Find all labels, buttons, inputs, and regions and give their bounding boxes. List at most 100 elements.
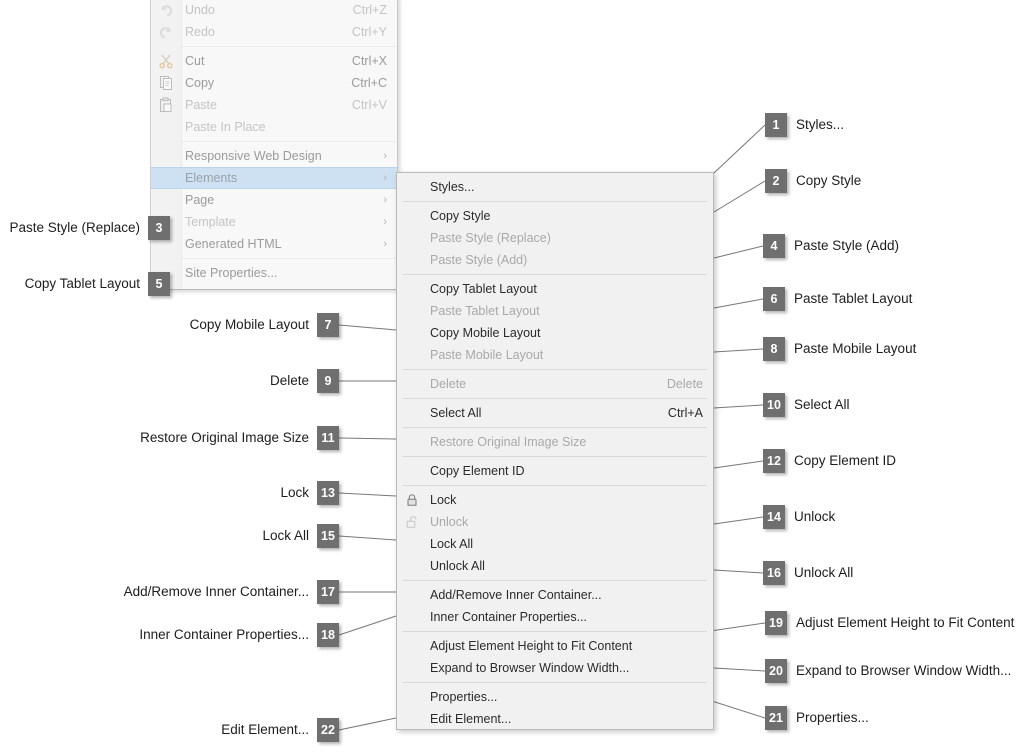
- menu-item-shortcut: Ctrl+V: [351, 98, 387, 112]
- callout-label: Lock All: [262, 528, 309, 544]
- menu-item-properties[interactable]: Properties...: [397, 686, 713, 708]
- menu-item-label: Adjust Element Height to Fit Content: [430, 639, 633, 653]
- edit-context-menu[interactable]: Undo Ctrl+Z Redo Ctrl+Y Cut Ctrl+X Copy Ctrl+C P…: [150, 0, 398, 290]
- callout-badge: 7: [317, 313, 339, 337]
- menu-item-label: Paste Tablet Layout: [430, 304, 540, 318]
- callout-5: Copy Tablet Layout 5: [0, 272, 170, 296]
- menu-item-lock-all[interactable]: Lock All: [397, 533, 713, 555]
- menu-item-label: Paste: [185, 98, 217, 112]
- menu-separator: [182, 141, 396, 142]
- menu-item-shortcut: Ctrl+X: [351, 54, 387, 68]
- callout-label: Copy Element ID: [794, 453, 897, 469]
- menu-item-label: Delete: [430, 377, 467, 391]
- menu-item-styles[interactable]: Styles...: [397, 176, 713, 198]
- menu-separator: [403, 580, 707, 581]
- callout-8: 8 Paste Mobile Layout: [763, 337, 916, 361]
- menu-item-shortcut: Ctrl+Z: [352, 3, 387, 17]
- callout-label: Paste Tablet Layout: [794, 291, 913, 307]
- callout-22: Edit Element... 22: [0, 718, 339, 742]
- callout-badge: 22: [317, 718, 339, 742]
- menu-item-label: Copy Style: [430, 209, 491, 223]
- menu-item-label: Expand to Browser Window Width...: [430, 661, 630, 675]
- menu-item-label: Lock: [430, 493, 457, 507]
- menu-item-copy-element-id[interactable]: Copy Element ID: [397, 460, 713, 482]
- callout-16: 16 Unlock All: [763, 561, 853, 585]
- callout-badge: 15: [317, 524, 339, 548]
- elements-submenu[interactable]: Styles... Copy Style Paste Style (Replace)…: [396, 172, 714, 730]
- menu-separator: [403, 456, 707, 457]
- menu-item-generated-html[interactable]: Generated HTML ›: [151, 233, 397, 255]
- menu-item-copy-tablet-layout[interactable]: Copy Tablet Layout: [397, 278, 713, 300]
- callout-label: Unlock: [794, 509, 836, 525]
- callout-badge: 17: [317, 580, 339, 604]
- menu-item-adjust-element-height-to-fit-content[interactable]: Adjust Element Height to Fit Content: [397, 635, 713, 657]
- menu-item-copy-mobile-layout[interactable]: Copy Mobile Layout: [397, 322, 713, 344]
- menu-item-page[interactable]: Page ›: [151, 189, 397, 211]
- chevron-right-icon: ›: [383, 215, 387, 228]
- menu-item-label: Lock All: [430, 537, 474, 551]
- callout-label: Select All: [794, 397, 850, 413]
- lock-closed-icon: [403, 491, 421, 509]
- leader-line-11: [338, 437, 397, 440]
- menu-separator: [403, 682, 707, 683]
- callout-badge: 4: [763, 234, 785, 258]
- menu-item-paste: Paste Ctrl+V: [151, 94, 397, 116]
- edit-context-menu-items: Undo Ctrl+Z Redo Ctrl+Y Cut Ctrl+X Copy Ctrl+C P…: [151, 0, 397, 289]
- callout-label: Inner Container Properties...: [139, 627, 309, 643]
- callout-13: Lock 13: [0, 481, 339, 505]
- callout-11: Restore Original Image Size 11: [0, 426, 339, 450]
- menu-item-expand-to-browser-window-width[interactable]: Expand to Browser Window Width...: [397, 657, 713, 679]
- callout-badge: 11: [317, 426, 339, 450]
- menu-item-cut[interactable]: Cut Ctrl+X: [151, 50, 397, 72]
- scissors-icon: [157, 52, 175, 70]
- callout-label: Paste Mobile Layout: [794, 341, 917, 357]
- menu-item-redo: Redo Ctrl+Y: [151, 21, 397, 43]
- menu-item-unlock-all[interactable]: Unlock All: [397, 555, 713, 577]
- callout-badge: 14: [763, 505, 785, 529]
- redo-icon: [157, 23, 175, 41]
- callout-label: Paste Style (Replace): [9, 220, 140, 236]
- callout-label: Edit Element...: [221, 722, 309, 738]
- callout-label: Properties...: [796, 710, 869, 726]
- menu-item-responsive-web-design[interactable]: Responsive Web Design ›: [151, 145, 397, 167]
- menu-item-select-all[interactable]: Select All Ctrl+A: [397, 402, 713, 424]
- menu-item-restore-original-image-size: Restore Original Image Size: [397, 431, 713, 453]
- callout-badge: 16: [763, 561, 785, 585]
- menu-item-label: Redo: [185, 25, 215, 39]
- menu-item-label: Copy Mobile Layout: [430, 326, 541, 340]
- menu-item-label: Styles...: [430, 180, 475, 194]
- callout-badge: 9: [317, 369, 339, 393]
- menu-item-label: Generated HTML: [185, 237, 282, 251]
- menu-separator: [403, 274, 707, 275]
- callout-2: 2 Copy Style: [765, 169, 861, 193]
- leader-line-6: [713, 298, 764, 309]
- menu-item-site-properties[interactable]: Site Properties...: [151, 262, 397, 284]
- menu-item-copy[interactable]: Copy Ctrl+C: [151, 72, 397, 94]
- callout-label: Add/Remove Inner Container...: [123, 584, 309, 600]
- chevron-right-icon: ›: [383, 171, 387, 184]
- menu-item-edit-element[interactable]: Edit Element...: [397, 708, 713, 730]
- leader-line-18: [338, 615, 397, 636]
- menu-item-copy-style[interactable]: Copy Style: [397, 205, 713, 227]
- callout-label: Expand to Browser Window Width...: [796, 663, 1012, 679]
- leader-line-7: [338, 324, 397, 331]
- callout-3: Paste Style (Replace) 3: [0, 216, 170, 240]
- menu-item-label: Cut: [185, 54, 205, 68]
- menu-item-elements[interactable]: Elements ›: [151, 167, 397, 189]
- callout-4: 4 Paste Style (Add): [763, 234, 899, 258]
- menu-item-lock[interactable]: Lock: [397, 489, 713, 511]
- callout-label: Adjust Element Height to Fit Content: [796, 615, 1015, 631]
- callout-label: Lock: [280, 485, 309, 501]
- menu-item-label: Paste Mobile Layout: [430, 348, 544, 362]
- leader-line-14: [713, 516, 764, 525]
- menu-item-add-remove-inner-container[interactable]: Add/Remove Inner Container...: [397, 584, 713, 606]
- callout-badge: 18: [317, 623, 339, 647]
- menu-item-inner-container-properties[interactable]: Inner Container Properties...: [397, 606, 713, 628]
- callout-label: Restore Original Image Size: [140, 430, 309, 446]
- menu-item-paste-style-add: Paste Style (Add): [397, 249, 713, 271]
- menu-item-paste-mobile-layout: Paste Mobile Layout: [397, 344, 713, 366]
- callout-label: Unlock All: [794, 565, 854, 581]
- menu-item-paste-tablet-layout: Paste Tablet Layout: [397, 300, 713, 322]
- menu-item-label: Unlock All: [430, 559, 485, 573]
- menu-item-shortcut: Delete: [666, 377, 703, 391]
